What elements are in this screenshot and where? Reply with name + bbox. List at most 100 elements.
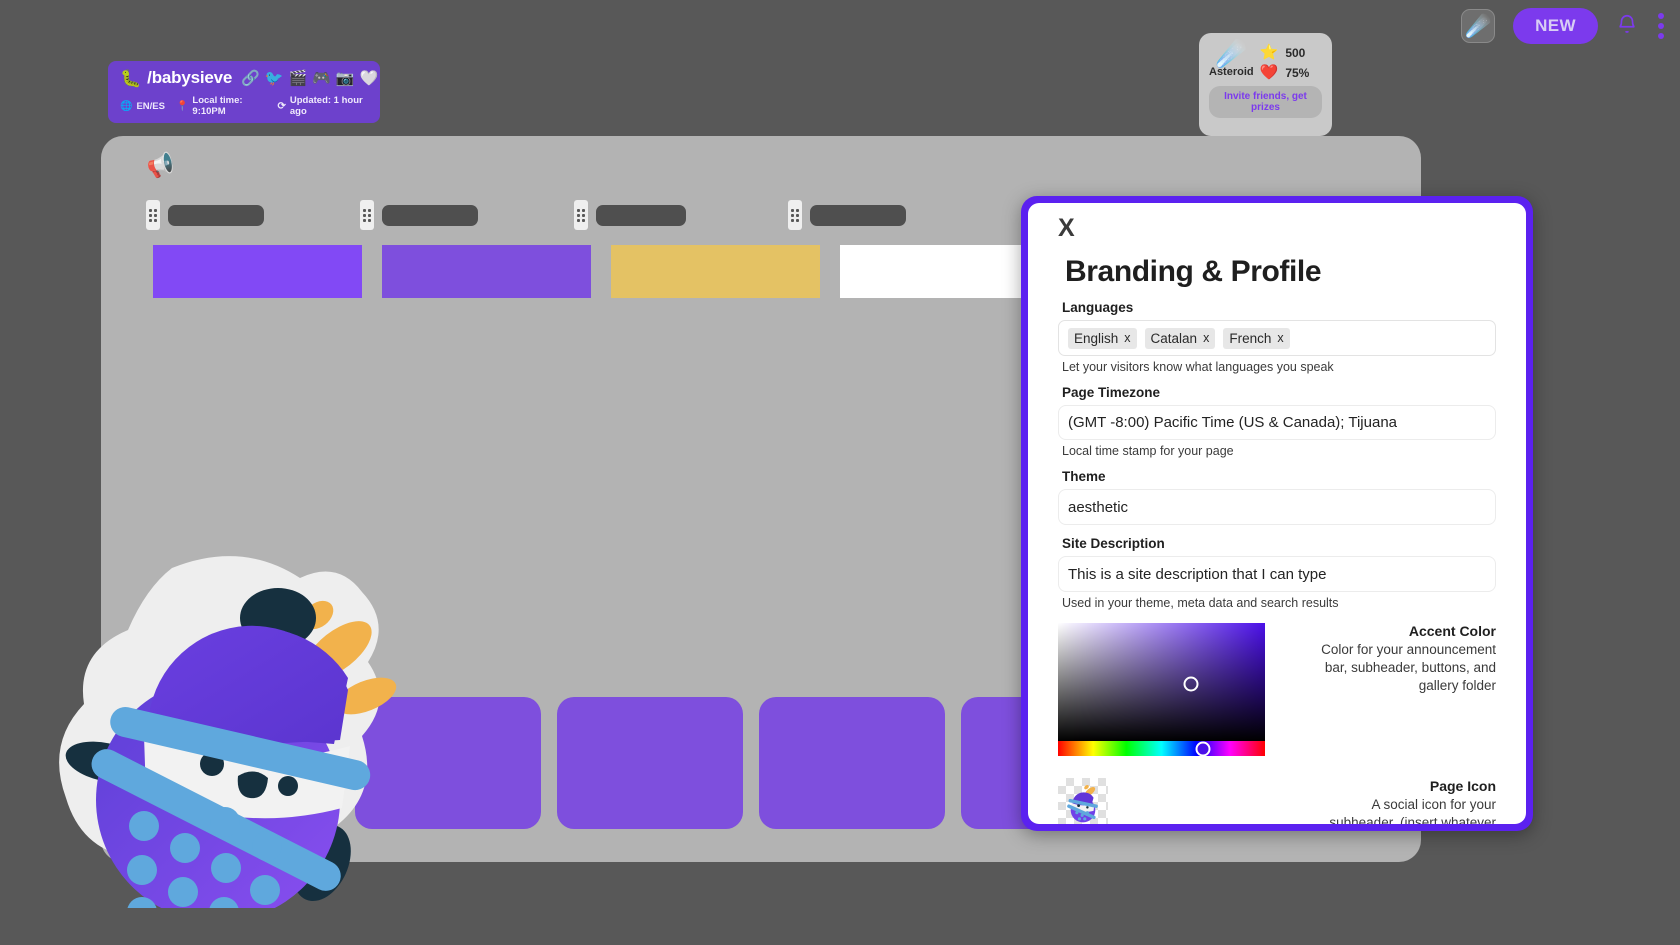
profile-bar-meta-row: 🌐 EN/ES 📍 Local time: 9:10PM ⟳ Updated: … (120, 95, 370, 117)
link-icon[interactable]: 🔗 (241, 71, 260, 86)
page-icon-note: Page Icon A social icon for your subhead… (1310, 778, 1496, 824)
page-icon-title: Page Icon (1429, 778, 1496, 794)
profile-handle[interactable]: /babysieve (147, 68, 232, 88)
close-icon[interactable]: X (1058, 216, 1075, 241)
asteroid-identity: ☄️ Asteroid (1209, 40, 1254, 79)
color-swatch[interactable] (611, 245, 820, 298)
language-tag-label: French (1229, 330, 1272, 346)
language-tag[interactable]: Catalan x (1144, 327, 1216, 349)
heart-icon[interactable]: 🤍 (360, 71, 379, 86)
profile-subheader-bar: 🐛 /babysieve 🔗 🐦 🎬 🎮 📷 🤍 🌐 EN/ES 📍 Local… (108, 61, 380, 123)
theme-field: Theme aesthetic (1058, 469, 1496, 525)
twitter-icon[interactable]: 🐦 (265, 71, 284, 86)
site-description-input[interactable]: This is a site description that I can ty… (1058, 556, 1496, 592)
bug-mascot-illustration (22, 508, 442, 927)
languages-label: Languages (1062, 300, 1134, 315)
remove-tag-icon[interactable]: x (1124, 331, 1130, 345)
asteroid-popover-top: ☄️ Asteroid ⭐ 500 ❤️ 75% (1209, 41, 1322, 80)
updated-text: Updated: 1 hour ago (289, 95, 363, 117)
timezone-label: Page Timezone (1062, 385, 1161, 400)
color-picker[interactable] (1058, 623, 1265, 756)
star-value: 500 (1285, 45, 1306, 60)
languages-input[interactable]: English x Catalan x French x (1058, 320, 1496, 356)
profile-bar-top-row: 🐛 /babysieve 🔗 🐦 🎬 🎮 📷 🤍 (120, 68, 378, 88)
site-description-field: Site Description This is a site descript… (1058, 536, 1496, 610)
accent-color-title: Accent Color (1408, 623, 1496, 639)
bug-avatar-icon: 🐛 (120, 68, 142, 88)
language-tag-label: English (1074, 330, 1119, 346)
new-button[interactable]: NEW (1513, 8, 1598, 44)
saturation-handle[interactable] (1183, 676, 1199, 692)
twitch-icon[interactable]: 🎬 (289, 71, 308, 86)
stat-row: ❤️ 75% (1260, 65, 1310, 80)
discord-icon[interactable]: 🎮 (312, 71, 331, 86)
theme-input[interactable]: aesthetic (1058, 489, 1496, 525)
color-swatch[interactable] (153, 245, 362, 298)
site-description-help: Used in your theme, meta data and search… (1062, 596, 1339, 610)
hue-slider[interactable] (1058, 741, 1265, 756)
timezone-field: Page Timezone (GMT -8:00) Pacific Time (… (1058, 385, 1496, 458)
top-toolbar: ☄️ NEW (1461, 8, 1666, 44)
drag-handle-icon[interactable] (574, 200, 588, 230)
social-icon-list: 🔗 🐦 🎬 🎮 📷 🤍 (241, 71, 378, 86)
local-time-meta: 📍 Local time: 9:10PM (176, 95, 267, 117)
languages-help: Let your visitors know what languages yo… (1062, 360, 1334, 374)
globe-icon: 🌐 (120, 100, 133, 112)
hue-handle[interactable] (1195, 741, 1211, 756)
gallery-card[interactable] (759, 697, 945, 829)
asteroid-glyph: ☄️ (1465, 14, 1492, 38)
gallery-card[interactable] (557, 697, 743, 829)
language-meta-text: EN/ES (136, 100, 165, 112)
modal-body: X Branding & Profile Languages English x… (1028, 203, 1526, 824)
language-tag-label: Catalan (1150, 330, 1198, 346)
app-root: ☄️ NEW ☄️ Asteroid ⭐ 500 ❤️ 75% Invite f… (0, 0, 1680, 945)
asteroid-popover: ☄️ Asteroid ⭐ 500 ❤️ 75% Invite friends,… (1199, 33, 1332, 136)
page-icon-description: A social icon for your subheader. (inser… (1329, 797, 1496, 824)
megaphone-icon[interactable]: 📢 (145, 150, 177, 181)
accent-color-note: Accent Color Color for your announcement… (1310, 623, 1496, 694)
asteroid-emoji: ☄️ (1215, 40, 1247, 68)
page-title: Branding & Profile (1065, 255, 1322, 288)
placeholder-bar (596, 204, 686, 226)
star-icon: ⭐ (1259, 44, 1279, 61)
kebab-menu-icon[interactable] (1656, 11, 1666, 41)
color-swatch[interactable] (382, 245, 591, 298)
language-meta: 🌐 EN/ES (120, 101, 165, 112)
accent-color-field: Accent Color Color for your announcement… (1058, 623, 1496, 756)
invite-friends-button[interactable]: Invite friends, get prizes (1209, 86, 1322, 118)
heart-value: 75% (1285, 65, 1310, 80)
language-tag[interactable]: French x (1223, 327, 1290, 349)
timezone-help: Local time stamp for your page (1062, 444, 1234, 458)
section-header-placeholder (360, 200, 574, 230)
timezone-input[interactable]: (GMT -8:00) Pacific Time (US & Canada); … (1058, 405, 1496, 440)
stat-row: ⭐ 500 (1260, 45, 1310, 60)
languages-field: Languages English x Catalan x French x L… (1058, 300, 1496, 374)
placeholder-bar (382, 204, 478, 226)
refresh-icon: ⟳ (277, 100, 286, 112)
drag-handle-icon[interactable] (146, 200, 160, 230)
instagram-icon[interactable]: 📷 (336, 71, 355, 86)
color-swatch[interactable] (840, 245, 1049, 298)
placeholder-bar (810, 204, 906, 226)
remove-tag-icon[interactable]: x (1277, 331, 1283, 345)
updated-meta: ⟳ Updated: 1 hour ago (277, 95, 370, 117)
saturation-value-box[interactable] (1058, 623, 1265, 741)
language-tag[interactable]: English x (1068, 327, 1137, 349)
bell-icon[interactable] (1616, 12, 1638, 41)
branding-profile-modal: X Branding & Profile Languages English x… (1021, 196, 1533, 831)
page-icon-field: Page Icon A social icon for your subhead… (1058, 778, 1496, 824)
local-time-text: Local time: 9:10PM (192, 95, 243, 117)
accent-color-description: Color for your announcement bar, subhead… (1321, 642, 1496, 693)
drag-handle-icon[interactable] (360, 200, 374, 230)
asteroid-icon[interactable]: ☄️ (1461, 9, 1496, 43)
placeholder-bar (168, 204, 264, 226)
asteroid-name: Asteroid (1209, 66, 1254, 79)
section-header-placeholder (146, 200, 360, 230)
site-description-label: Site Description (1062, 536, 1165, 551)
color-swatch-strip (153, 245, 1049, 298)
theme-label: Theme (1062, 469, 1106, 484)
page-icon-thumbnail[interactable] (1058, 778, 1108, 824)
remove-tag-icon[interactable]: x (1203, 331, 1209, 345)
drag-handle-icon[interactable] (788, 200, 802, 230)
location-pin-icon: 📍 (175, 100, 189, 112)
